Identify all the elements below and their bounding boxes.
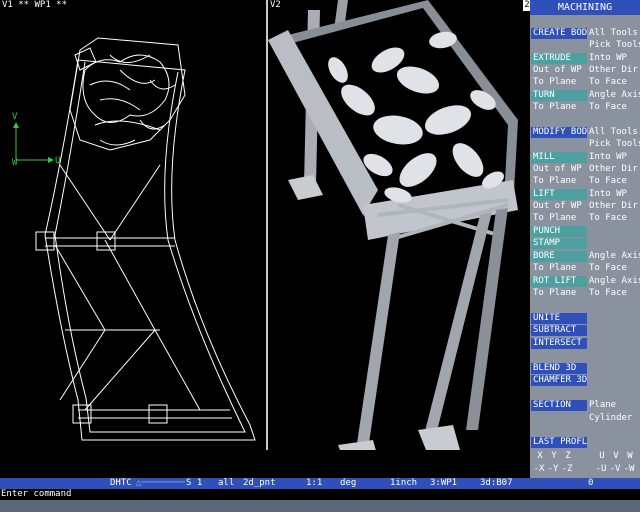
axis-neg-v-button[interactable]: -V (608, 464, 622, 475)
extrude-other-dir-button[interactable]: Other Dir (587, 65, 640, 76)
axis-neg-z-button[interactable]: -Z (560, 464, 574, 475)
lift-to-plane-button[interactable]: To Plane (531, 213, 587, 224)
all-tools-button[interactable]: All Tools (587, 28, 640, 39)
mill-button[interactable]: MILL (531, 152, 587, 163)
modify-pick-tools-button[interactable]: Pick Tools (587, 139, 640, 150)
machining-panel: MACHINING CREATE BOD All Tools Pick Tool… (530, 0, 640, 478)
status-part[interactable]: 3d:B07 (480, 478, 513, 489)
mill-other-dir-button[interactable]: Other Dir (587, 164, 640, 175)
rot-lift-to-face-button[interactable]: To Face (587, 288, 640, 299)
axis-v-button[interactable]: V (610, 451, 622, 462)
section-cylinder-button[interactable]: Cylinder (587, 413, 640, 424)
viewport-2[interactable]: V2 (268, 0, 530, 450)
status-bar: DHTC △──────── S 1 all 2d_pnt 1:1 deg 1i… (0, 478, 640, 489)
mill-out-of-wp-button[interactable]: Out of WP (531, 164, 587, 175)
mill-to-face-button[interactable]: To Face (587, 176, 640, 187)
extrude-to-plane-button[interactable]: To Plane (531, 77, 587, 88)
bottom-bar (0, 500, 640, 512)
status-mode[interactable]: 2d_pnt (243, 478, 276, 489)
bore-button[interactable]: BORE (531, 251, 587, 262)
section-plane-button[interactable]: Plane (587, 400, 640, 411)
bore-to-plane-button[interactable]: To Plane (531, 263, 587, 274)
modify-bod-button[interactable]: MODIFY BOD (531, 127, 587, 138)
axis-neg-y-button[interactable]: -Y (546, 464, 560, 475)
unite-button[interactable]: UNITE (531, 313, 587, 324)
axis-neg-x-button[interactable]: -X (532, 464, 546, 475)
status-angle-unit[interactable]: deg (340, 478, 356, 489)
axis-neg-u-button[interactable]: -U (594, 464, 608, 475)
lift-button[interactable]: LIFT (531, 189, 587, 200)
stamp-button[interactable]: STAMP (531, 238, 587, 249)
chamfer-3d-button[interactable]: CHAMFER 3D (531, 375, 587, 386)
axis-v-label: V (12, 112, 18, 122)
status-count: 0 (588, 478, 594, 488)
bore-to-face-button[interactable]: To Face (587, 263, 640, 274)
status-dhtc[interactable]: DHTC (110, 478, 132, 489)
section-button[interactable]: SECTION (531, 400, 587, 411)
rot-lift-angle-axis-button[interactable]: Angle Axis (587, 276, 640, 287)
modify-all-tools-button[interactable]: All Tools (587, 127, 640, 138)
axis-w-label: W (12, 158, 18, 168)
intersect-button[interactable]: INTERSECT (531, 338, 587, 349)
extrude-out-of-wp-button[interactable]: Out of WP (531, 65, 587, 76)
status-unit[interactable]: 1inch (390, 478, 417, 489)
blend-3d-button[interactable]: BLEND 3D (531, 363, 587, 374)
axis-u-label: U (55, 156, 61, 166)
viewport-2-label: V2 (270, 0, 281, 10)
extrude-into-wp-button[interactable]: Into WP (587, 53, 640, 64)
extrude-button[interactable]: EXTRUDE (531, 53, 587, 64)
lift-out-of-wp-button[interactable]: Out of WP (531, 201, 587, 212)
turn-angle-axis-button[interactable]: Angle Axis (587, 90, 640, 101)
shaded-render (268, 0, 518, 450)
lift-other-dir-button[interactable]: Other Dir (587, 201, 640, 212)
turn-to-plane-button[interactable]: To Plane (531, 102, 587, 113)
bore-angle-axis-button[interactable]: Angle Axis (587, 251, 640, 262)
status-scale[interactable]: 1:1 (306, 478, 322, 489)
lift-to-face-button[interactable]: To Face (587, 213, 640, 224)
axis-icon (13, 122, 54, 163)
extrude-to-face-button[interactable]: To Face (587, 77, 640, 88)
command-prompt: Enter command (1, 489, 72, 499)
turn-to-face-button[interactable]: To Face (587, 102, 640, 113)
command-line[interactable]: Enter command (0, 489, 640, 500)
axis-y-button[interactable]: Y (548, 451, 560, 462)
axis-w-button[interactable]: W (624, 451, 636, 462)
axis-u-button[interactable]: U (596, 451, 608, 462)
status-s1[interactable]: S 1 (186, 478, 202, 489)
viewport-1-label: V1 ** WP1 ** (2, 0, 68, 10)
wireframe-drawing (13, 37, 256, 441)
lift-into-wp-button[interactable]: Into WP (587, 189, 640, 200)
mill-to-plane-button[interactable]: To Plane (531, 176, 587, 187)
rot-lift-button[interactable]: ROT LIFT (531, 276, 587, 287)
status-all[interactable]: all (218, 478, 234, 489)
status-wp[interactable]: 3:WP1 (430, 478, 457, 489)
dhtc-slider-icon: △──────── (136, 478, 185, 488)
rot-lift-to-plane-button[interactable]: To Plane (531, 288, 587, 299)
axis-neg-w-button[interactable]: -W (622, 464, 636, 475)
create-bod-button[interactable]: CREATE BOD (531, 28, 587, 39)
axis-x-button[interactable]: X (534, 451, 546, 462)
punch-button[interactable]: PUNCH (531, 226, 587, 237)
axis-z-button[interactable]: Z (562, 451, 574, 462)
pick-tools-button[interactable]: Pick Tools (587, 40, 640, 51)
turn-button[interactable]: TURN (531, 90, 587, 101)
mill-into-wp-button[interactable]: Into WP (587, 152, 640, 163)
panel-title: MACHINING (530, 0, 640, 15)
subtract-button[interactable]: SUBTRACT (531, 325, 587, 336)
viewport-1[interactable]: V1 ** WP1 ** V W U (0, 0, 266, 450)
last-profl-button[interactable]: LAST PROFL (531, 437, 587, 448)
